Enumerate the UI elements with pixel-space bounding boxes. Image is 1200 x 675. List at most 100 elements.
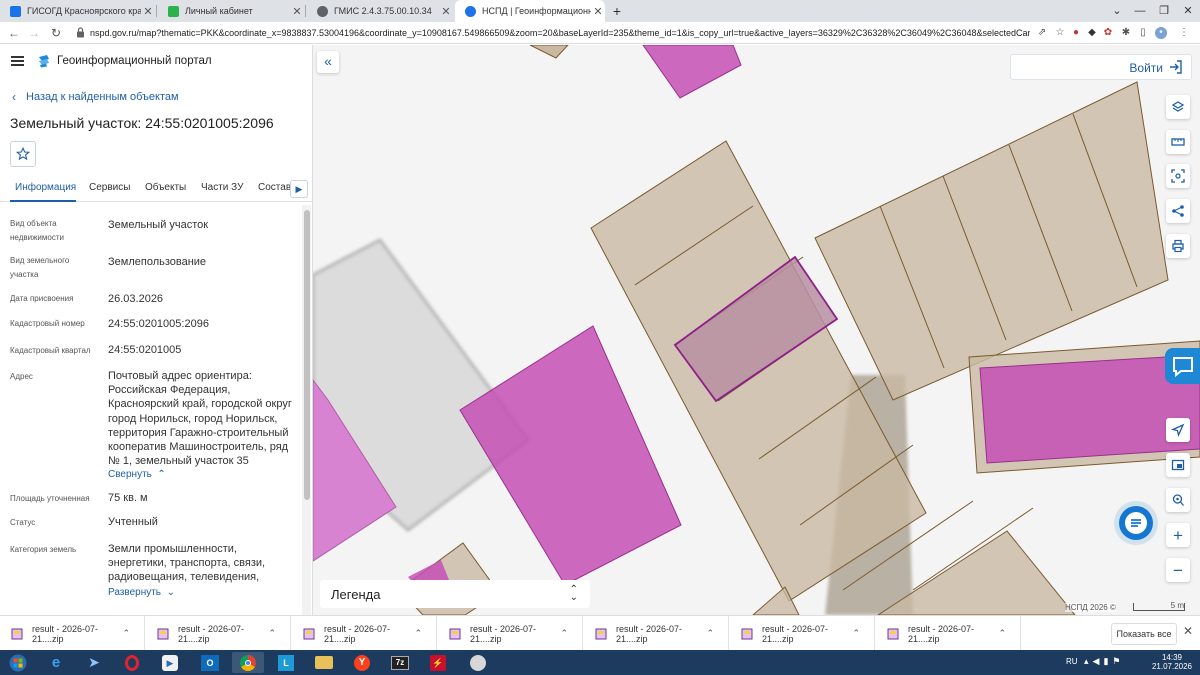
puzzle-icon[interactable]: ✱ <box>1120 27 1132 39</box>
tab-services[interactable]: Сервисы <box>89 182 130 193</box>
reload-icon[interactable]: ↻ <box>46 22 66 44</box>
start-button[interactable] <box>2 652 34 673</box>
volume-icon[interactable]: ◀ <box>1093 656 1104 666</box>
geolocation-button[interactable] <box>1166 418 1190 442</box>
browser-tab-nspd[interactable]: НСПД | Геоинформационный п ✕ <box>455 0 605 22</box>
zoom-out-button[interactable]: − <box>1166 558 1190 582</box>
chevron-up-icon[interactable]: ⌃ <box>560 628 568 639</box>
back-to-results-link[interactable]: ‹ Назад к найденным объектам <box>12 90 179 104</box>
close-tab-icon[interactable]: ✕ <box>439 5 453 18</box>
browser-tab-gisogd[interactable]: ГИСОГД Красноярского края ✕ <box>0 0 155 22</box>
url-field[interactable]: nspd.gov.ru/map?thematic=PKK&coordinate_… <box>90 26 1030 40</box>
new-tab-button[interactable]: + <box>608 2 626 20</box>
profile-avatar-icon[interactable]: • <box>1155 27 1167 39</box>
language-indicator[interactable]: RU <box>1066 657 1078 666</box>
download-item[interactable]: result - 2026-07-21....zip ⌃ <box>0 616 145 651</box>
chrome-icon[interactable] <box>232 652 264 673</box>
sidebar-icon[interactable]: ▯ <box>1137 27 1149 39</box>
chevron-up-icon[interactable]: ⌃ <box>268 628 276 639</box>
chevron-up-icon[interactable]: ⌃ <box>852 628 860 639</box>
select-area-tool-button[interactable] <box>1166 164 1190 188</box>
forward-arrow-icon[interactable]: → <box>24 22 44 44</box>
land-parcel[interactable] <box>529 45 569 59</box>
tab-objects[interactable]: Объекты <box>145 182 186 193</box>
chevron-up-icon[interactable]: ⌃ <box>706 628 714 639</box>
lock-icon[interactable] <box>76 27 85 38</box>
tabs-scroll-right-icon[interactable]: ▶ <box>290 180 308 198</box>
star-icon <box>16 147 30 161</box>
system-tray[interactable]: ▴◀▮⚑ <box>1084 656 1124 667</box>
close-tab-icon[interactable]: ✕ <box>141 5 155 18</box>
flag-icon[interactable]: ⚑ <box>1112 656 1124 666</box>
messenger-icon[interactable]: ➤ <box>78 652 110 673</box>
download-item[interactable]: result - 2026-07-21....zip ⌃ <box>584 616 729 651</box>
system-clock[interactable]: 14:39 21.07.2026 <box>1150 653 1194 671</box>
yandex-browser-icon[interactable]: Y <box>346 652 378 673</box>
tab-search-icon[interactable]: ⌄ <box>1108 2 1126 20</box>
lync-icon[interactable]: L <box>270 652 302 673</box>
browser-tab-gmis[interactable]: ГМИС 2.4.3.75.00.10.34 ✕ <box>307 0 453 22</box>
close-tab-icon[interactable]: ✕ <box>290 5 304 18</box>
share-tool-button[interactable] <box>1166 199 1190 223</box>
extension-icon[interactable]: ● <box>1070 27 1082 39</box>
download-item[interactable]: result - 2026-07-21....zip ⌃ <box>730 616 875 651</box>
basemap-button[interactable] <box>1166 453 1190 477</box>
file-explorer-icon[interactable] <box>308 652 340 673</box>
app-icon[interactable] <box>462 652 494 673</box>
acrobat-icon[interactable]: ⚡ <box>422 652 454 673</box>
chevron-down-icon: ⌄ <box>163 587 175 598</box>
tab-parcel-parts[interactable]: Части ЗУ <box>201 182 243 193</box>
tab-composition[interactable]: Состав <box>258 182 291 193</box>
restore-icon[interactable]: ❐ <box>1152 0 1176 22</box>
show-all-downloads-button[interactable]: Показать все <box>1111 623 1177 645</box>
map-canvas[interactable] <box>313 45 1200 615</box>
property-value: 24:55:0201005:2096 <box>108 318 209 330</box>
download-item[interactable]: result - 2026-07-21....zip ⌃ <box>438 616 583 651</box>
legend-dropdown[interactable]: Легенда ⌃ ⌄ <box>320 580 590 608</box>
property-value: 75 кв. м <box>108 492 148 504</box>
outlook-icon[interactable]: O <box>194 652 226 673</box>
internet-explorer-icon[interactable]: e <box>40 652 72 673</box>
search-location-button[interactable] <box>1166 488 1190 512</box>
share-icon[interactable]: ⇗ <box>1036 27 1048 39</box>
print-tool-button[interactable] <box>1166 234 1190 258</box>
object-title: Земельный участок: 24:55:0201005:2096 <box>10 115 274 131</box>
browser-tab-cabinet[interactable]: Личный кабинет ✕ <box>158 0 304 22</box>
favorite-button[interactable] <box>10 141 36 167</box>
zoom-in-button[interactable]: + <box>1166 523 1190 547</box>
panel-scrollbar[interactable] <box>302 205 311 615</box>
collapse-link[interactable]: Свернуть ⌃ <box>108 469 166 480</box>
close-tab-icon[interactable]: ✕ <box>591 5 605 18</box>
login-button[interactable]: Войти <box>1010 54 1192 80</box>
scrollbar-thumb[interactable] <box>304 210 310 500</box>
land-parcel-magenta[interactable] <box>459 325 682 586</box>
map-view[interactable]: « Войти + − Легенда ⌃ ⌄ НСПД 2026 © 5 m <box>313 45 1200 615</box>
extension-icon[interactable]: ◆ <box>1086 27 1098 39</box>
hamburger-menu-icon[interactable] <box>11 56 24 66</box>
download-item[interactable]: result - 2026-07-21....zip ⌃ <box>876 616 1021 651</box>
tab-information[interactable]: Информация <box>15 182 76 193</box>
minimize-icon[interactable]: — <box>1128 0 1152 22</box>
tray-arrow-icon[interactable]: ▴ <box>1084 656 1093 666</box>
chevron-up-icon[interactable]: ⌃ <box>998 628 1006 639</box>
opera-icon[interactable] <box>116 652 148 673</box>
media-player-icon[interactable]: ▶ <box>154 652 186 673</box>
close-downloads-icon[interactable]: ✕ <box>1183 624 1193 638</box>
help-button[interactable] <box>1165 348 1200 384</box>
chevron-up-icon[interactable]: ⌃ <box>414 628 422 639</box>
close-window-icon[interactable]: ✕ <box>1176 0 1200 22</box>
bookmark-star-icon[interactable]: ☆ <box>1054 27 1066 39</box>
collapse-panel-icon[interactable]: « <box>317 51 339 73</box>
extension-icon[interactable]: ✿ <box>1102 27 1114 39</box>
7zip-icon[interactable]: 7z <box>384 652 416 673</box>
chat-support-button[interactable] <box>1119 506 1153 540</box>
layers-tool-button[interactable] <box>1166 95 1190 119</box>
land-parcel-magenta[interactable] <box>642 45 742 99</box>
measure-tool-button[interactable] <box>1166 130 1190 154</box>
download-item[interactable]: result - 2026-07-21....zip ⌃ <box>146 616 291 651</box>
chevron-up-icon[interactable]: ⌃ <box>122 628 130 639</box>
back-arrow-icon[interactable]: ← <box>4 22 24 44</box>
menu-kebab-icon[interactable]: ⋮ <box>1178 27 1190 39</box>
expand-link[interactable]: Развернуть ⌄ <box>108 587 175 598</box>
download-item[interactable]: result - 2026-07-21....zip ⌃ <box>292 616 437 651</box>
